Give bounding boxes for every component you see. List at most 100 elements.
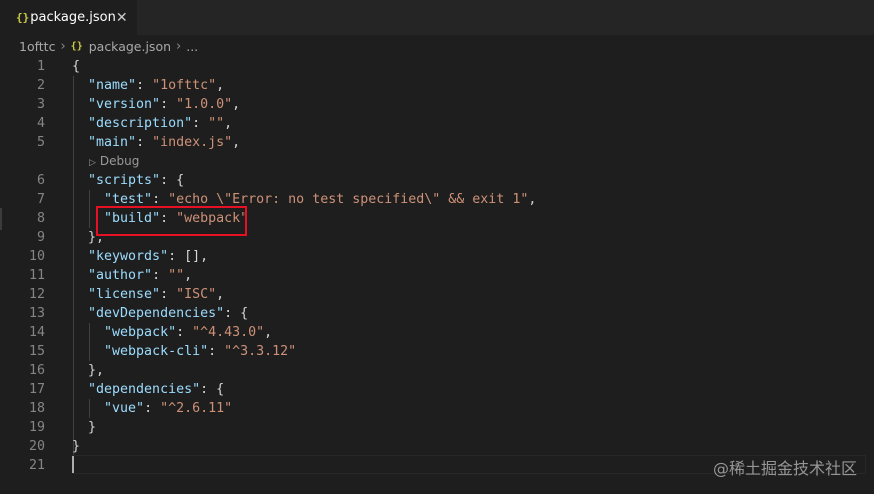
debug-codelens[interactable]: ▷ Debug xyxy=(89,152,139,173)
json-punctuation: : xyxy=(176,325,193,340)
json-file-icon: {} xyxy=(16,11,30,24)
json-punctuation: , xyxy=(232,135,241,150)
debug-codelens-label: Debug xyxy=(99,154,140,168)
code-text: "devDependencies": { xyxy=(72,304,248,323)
json-punctuation: : { xyxy=(200,382,225,397)
json-punctuation: , xyxy=(216,78,225,93)
json-punctuation: , xyxy=(184,268,193,283)
json-key: "license" xyxy=(88,287,161,302)
json-string: "^3.3.12" xyxy=(224,344,297,359)
json-punctuation: : xyxy=(208,344,225,359)
code-line[interactable]: 3 "version": "1.0.0", xyxy=(0,95,874,114)
close-icon[interactable]: ✕ xyxy=(116,11,128,25)
line-number: 9 xyxy=(36,230,45,245)
json-string: "" xyxy=(208,116,225,131)
json-punctuation xyxy=(72,306,88,321)
json-key: "keywords" xyxy=(88,249,169,264)
highlight-annotation-box xyxy=(96,206,247,236)
code-line[interactable]: 20} xyxy=(0,437,874,456)
code-text: "webpack": "^4.43.0", xyxy=(72,323,272,342)
line-number: 20 xyxy=(28,439,45,454)
code-line[interactable]: 2 "name": "1ofttc", xyxy=(0,76,874,95)
code-text: "webpack-cli": "^3.3.12" xyxy=(72,342,296,361)
tab-bar: {} package.json ✕ xyxy=(0,0,874,35)
json-string: "^2.6.11" xyxy=(160,401,233,416)
code-line[interactable]: 11 "author": "", xyxy=(0,266,874,285)
json-punctuation: : xyxy=(136,135,153,150)
breadcrumb-folder[interactable]: 1ofttc xyxy=(19,39,55,54)
line-number: 3 xyxy=(36,97,45,112)
code-line[interactable]: 4 "description": "", xyxy=(0,114,874,133)
code-line[interactable]: 14 "webpack": "^4.43.0", xyxy=(0,323,874,342)
code-text: "main": "index.js", xyxy=(72,133,240,152)
code-line[interactable]: 16 }, xyxy=(0,361,874,380)
line-number: 11 xyxy=(28,268,45,283)
json-punctuation: : xyxy=(136,78,153,93)
json-punctuation xyxy=(72,78,88,93)
line-number: 16 xyxy=(28,363,45,378)
json-key: "webpack-cli" xyxy=(104,344,209,359)
json-string: "ISC" xyxy=(176,287,217,302)
code-line[interactable]: 17 "dependencies": { xyxy=(0,380,874,399)
line-number: 8 xyxy=(36,211,45,226)
code-line[interactable]: 13 "devDependencies": { xyxy=(0,304,874,323)
line-number: 13 xyxy=(28,306,45,321)
json-punctuation: : xyxy=(160,287,177,302)
json-punctuation: , xyxy=(232,97,241,112)
code-text: "dependencies": { xyxy=(72,380,224,399)
json-punctuation xyxy=(72,268,88,283)
line-number: 18 xyxy=(28,401,45,416)
tab-label: package.json xyxy=(30,10,116,25)
code-text: "vue": "^2.6.11" xyxy=(72,399,232,418)
json-string: "1.0.0" xyxy=(176,97,233,112)
code-line[interactable]: 15 "webpack-cli": "^3.3.12" xyxy=(0,342,874,361)
json-punctuation xyxy=(72,401,104,416)
json-punctuation: : xyxy=(144,401,161,416)
code-text: "version": "1.0.0", xyxy=(72,95,240,114)
code-text: } xyxy=(72,418,96,437)
line-number: 10 xyxy=(28,249,45,264)
line-number: 4 xyxy=(36,116,45,131)
json-punctuation xyxy=(72,344,104,359)
code-editor[interactable]: ▷ Debug 1{2 "name": "1ofttc", 3 "version":… xyxy=(0,57,874,494)
breadcrumb: 1ofttc › {} package.json › ... xyxy=(0,35,874,57)
json-string: "^4.43.0" xyxy=(192,325,265,340)
code-line[interactable]: 12 "license": "ISC", xyxy=(0,285,874,304)
json-punctuation: }, xyxy=(72,363,105,378)
json-punctuation: : [], xyxy=(168,249,209,264)
json-key: "scripts" xyxy=(88,173,161,188)
json-punctuation: : { xyxy=(224,306,249,321)
line-number: 12 xyxy=(28,287,45,302)
tab-package-json[interactable]: {} package.json ✕ xyxy=(0,0,137,35)
json-key: "test" xyxy=(104,192,153,207)
json-punctuation: , xyxy=(224,116,233,131)
line-number: 19 xyxy=(28,420,45,435)
json-punctuation xyxy=(72,287,88,302)
json-punctuation: : xyxy=(152,192,169,207)
json-key: "vue" xyxy=(104,401,145,416)
play-icon: ▷ xyxy=(89,158,96,168)
watermark: @稀土掘金技术社区 xyxy=(712,459,857,478)
json-key: "name" xyxy=(88,78,137,93)
line-number: 17 xyxy=(28,382,45,397)
json-string: "echo \"Error: no test specified\" && ex… xyxy=(168,192,529,207)
code-line[interactable]: 10 "keywords": [], xyxy=(0,247,874,266)
json-punctuation xyxy=(72,249,88,264)
breadcrumb-more[interactable]: ... xyxy=(186,39,198,54)
breadcrumb-file[interactable]: package.json xyxy=(89,39,171,54)
code-line[interactable]: 1{ xyxy=(0,57,874,76)
code-line[interactable]: 5 "main": "index.js", xyxy=(0,133,874,152)
code-text: "author": "", xyxy=(72,266,192,285)
json-punctuation xyxy=(72,325,104,340)
json-punctuation: : { xyxy=(160,173,185,188)
json-key: "version" xyxy=(88,97,161,112)
json-punctuation: : xyxy=(192,116,209,131)
json-string: "index.js" xyxy=(152,135,233,150)
json-string: "1ofttc" xyxy=(152,78,217,93)
code-line[interactable]: 19 } xyxy=(0,418,874,437)
code-text: }, xyxy=(72,361,104,380)
code-line[interactable]: 18 "vue": "^2.6.11" xyxy=(0,399,874,418)
code-line[interactable]: 6 "scripts": { xyxy=(0,171,874,190)
json-punctuation xyxy=(72,173,88,188)
json-punctuation: } xyxy=(72,420,97,435)
